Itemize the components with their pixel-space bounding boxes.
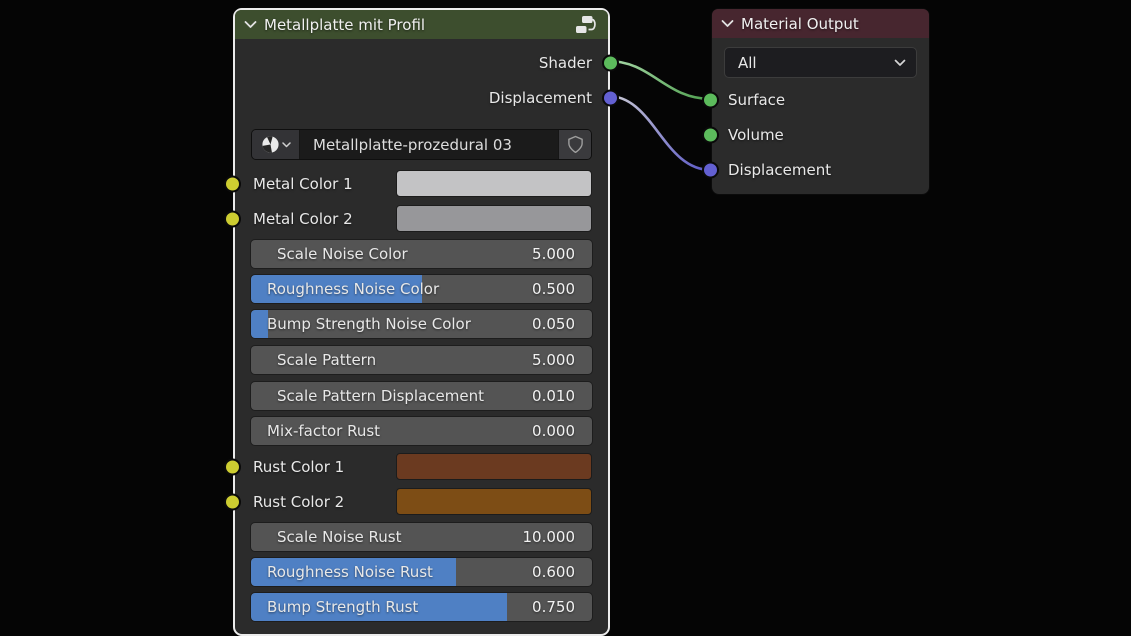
input-value: 0.050 — [532, 315, 592, 333]
input-label: Metal Color 1 — [251, 175, 353, 193]
chevron-down-icon — [894, 59, 906, 67]
input-row-mix-factor-rust[interactable]: Mix-factor Rust 0.000 — [251, 417, 592, 445]
input-socket-displacement[interactable] — [702, 162, 719, 179]
input-value: 0.500 — [532, 280, 592, 298]
input-label: Rust Color 1 — [251, 458, 344, 476]
shield-icon — [567, 135, 584, 154]
input-label: Metal Color 2 — [251, 210, 353, 228]
input-label: Bump Strength Noise Color — [251, 315, 471, 333]
input-value: 0.010 — [532, 387, 592, 405]
input-value: 5.000 — [532, 245, 592, 263]
group-node-header[interactable]: Metallplatte mit Profil — [235, 10, 608, 39]
output-socket-shader[interactable] — [602, 55, 619, 72]
input-row-roughness-noise-rust[interactable]: Roughness Noise Rust 0.600 — [251, 558, 592, 586]
input-value: 0.750 — [532, 598, 592, 616]
collapse-chevron-icon[interactable] — [244, 20, 257, 29]
chevron-down-icon — [282, 142, 291, 148]
input-row-volume: Volume — [728, 121, 913, 149]
output-socket-displacement[interactable] — [602, 90, 619, 107]
input-row-bump-strength-noise-color[interactable]: Bump Strength Noise Color 0.050 — [251, 310, 592, 338]
input-label: Scale Noise Color — [251, 245, 408, 263]
input-row-metal-color-2: Metal Color 2 — [251, 205, 592, 232]
color-swatch-metal-color-2[interactable] — [396, 205, 592, 232]
fake-user-button[interactable] — [558, 130, 591, 159]
input-label: Roughness Noise Color — [251, 280, 439, 298]
input-label: Roughness Noise Rust — [251, 563, 433, 581]
collapse-chevron-icon[interactable] — [721, 19, 734, 28]
input-row-surface: Surface — [728, 86, 913, 114]
link-displacement-to-displacement[interactable] — [608, 96, 711, 170]
input-value: 5.000 — [532, 351, 592, 369]
input-socket-rust-color-2[interactable] — [224, 493, 241, 510]
input-socket-metal-color-2[interactable] — [224, 210, 241, 227]
input-socket-surface[interactable] — [702, 92, 719, 109]
output-node-header[interactable]: Material Output — [712, 9, 929, 38]
input-row-displacement: Displacement — [728, 156, 913, 184]
input-row-bump-strength-rust[interactable]: Bump Strength Rust 0.750 — [251, 593, 592, 621]
input-row-scale-noise-color[interactable]: Scale Noise Color 5.000 — [251, 240, 592, 268]
input-row-metal-color-1: Metal Color 1 — [251, 170, 592, 197]
material-browse-button[interactable] — [252, 130, 300, 159]
input-value: 0.000 — [532, 422, 592, 440]
link-shader-to-surface[interactable] — [608, 61, 711, 99]
input-row-rust-color-2: Rust Color 2 — [251, 488, 592, 515]
node-material-output[interactable]: Material Output All Surface Volume Displac… — [711, 8, 930, 195]
input-value: 0.600 — [532, 563, 592, 581]
input-label: Bump Strength Rust — [251, 598, 418, 616]
input-label: Mix-factor Rust — [251, 422, 380, 440]
material-selector: Metallplatte-prozedural 03 — [251, 129, 592, 160]
input-label: Displacement — [728, 161, 831, 179]
node-group-icon — [575, 15, 598, 34]
material-sphere-icon — [261, 135, 280, 154]
output-node-title: Material Output — [741, 15, 919, 33]
input-row-scale-pattern-displacement[interactable]: Scale Pattern Displacement 0.010 — [251, 382, 592, 410]
output-row-shader: Shader — [251, 49, 592, 77]
output-row-displacement: Displacement — [251, 84, 592, 112]
material-name-field[interactable]: Metallplatte-prozedural 03 — [300, 130, 558, 159]
input-label: Volume — [728, 126, 784, 144]
input-row-scale-noise-rust[interactable]: Scale Noise Rust 10.000 — [251, 523, 592, 551]
input-row-rust-color-1: Rust Color 1 — [251, 453, 592, 480]
input-label: Scale Pattern Displacement — [251, 387, 484, 405]
output-label: Displacement — [489, 89, 592, 107]
input-row-scale-pattern[interactable]: Scale Pattern 5.000 — [251, 346, 592, 374]
color-swatch-rust-color-1[interactable] — [396, 453, 592, 480]
input-socket-metal-color-1[interactable] — [224, 175, 241, 192]
group-node-title: Metallplatte mit Profil — [264, 16, 568, 34]
node-group-metallplatte-mit-profil[interactable]: Metallplatte mit Profil Shader Displaceme… — [233, 8, 610, 636]
dropdown-selected-value: All — [738, 54, 894, 72]
input-socket-rust-color-1[interactable] — [224, 458, 241, 475]
input-socket-volume[interactable] — [702, 127, 719, 144]
color-swatch-rust-color-2[interactable] — [396, 488, 592, 515]
input-row-roughness-noise-color[interactable]: Roughness Noise Color 0.500 — [251, 275, 592, 303]
output-label: Shader — [539, 54, 592, 72]
input-value: 10.000 — [523, 528, 593, 546]
node-editor-canvas[interactable]: Metallplatte mit Profil Shader Displaceme… — [0, 0, 1131, 636]
output-target-dropdown[interactable]: All — [724, 47, 917, 78]
color-swatch-metal-color-1[interactable] — [396, 170, 592, 197]
input-label: Rust Color 2 — [251, 493, 344, 511]
input-label: Scale Pattern — [251, 351, 376, 369]
input-label: Surface — [728, 91, 785, 109]
input-label: Scale Noise Rust — [251, 528, 401, 546]
